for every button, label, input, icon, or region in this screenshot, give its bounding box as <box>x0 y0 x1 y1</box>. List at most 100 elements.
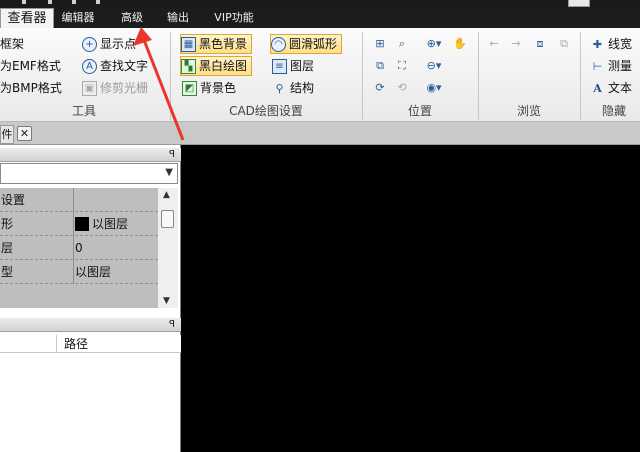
pin-icon[interactable]: ꟼ <box>169 318 175 332</box>
line-width-button[interactable]: ✚ 线宽 <box>590 34 632 54</box>
fit-window-icon[interactable]: ⊞ <box>372 36 388 52</box>
smooth-arc-icon: ◠ <box>271 36 286 52</box>
bmp-label: 为BMP格式 <box>0 81 62 95</box>
bg-color-icon: ◩ <box>182 80 197 96</box>
property-key: 型 <box>1 265 14 279</box>
property-row[interactable]: 型 以图层 <box>0 260 158 284</box>
show-points-icon: + <box>82 36 97 52</box>
pan-hand-icon[interactable]: ✋ <box>452 36 468 52</box>
find-text-button[interactable]: A 查找文字 <box>82 56 148 76</box>
file-list-header: 路径 <box>0 335 181 353</box>
tab-advanced[interactable]: 高级 <box>112 8 152 28</box>
emf-label: 为EMF格式 <box>0 59 61 73</box>
zoom-extents-icon[interactable]: ⧉ <box>372 58 388 74</box>
group-separator <box>478 32 479 120</box>
trim-raster-button: ▣ 修剪光栅 <box>82 78 148 98</box>
zoom-in-icon[interactable]: ⊕▾ <box>422 36 446 52</box>
position-group-label: 位置 <box>407 104 432 118</box>
layers-icon: ≡ <box>272 58 287 74</box>
trim-raster-label: 修剪光栅 <box>100 81 149 95</box>
measure-label: 测量 <box>608 59 633 73</box>
properties-panel-header: ꟼ <box>0 148 181 162</box>
black-bg-label: 黑色背景 <box>199 37 248 51</box>
pin-icon[interactable]: ꟼ <box>169 148 175 162</box>
column-header-path[interactable]: 路径 <box>64 336 88 352</box>
property-key: 层 <box>1 241 14 255</box>
property-value: 0 <box>73 236 158 260</box>
find-text-label: 查找文字 <box>100 59 149 73</box>
frame-button[interactable]: 框架 <box>0 34 24 54</box>
app-window: 查看器 编辑器 高级 输出 VIP功能 框架 为EMF格式 为BMP格式 + 显… <box>0 0 640 452</box>
show-points-label: 显示点 <box>100 37 137 51</box>
export-icon[interactable]: ⧈ <box>532 36 548 52</box>
emf-button[interactable]: 为EMF格式 <box>0 56 61 76</box>
structure-label: 结构 <box>290 81 315 95</box>
scroll-down-icon[interactable]: ▼ <box>163 296 170 306</box>
hide-group-label: 隐藏 <box>601 104 626 118</box>
qat-grip <box>96 0 100 4</box>
document-tab[interactable]: 件 <box>0 125 14 144</box>
column-divider <box>56 335 57 353</box>
bmp-button[interactable]: 为BMP格式 <box>0 78 62 98</box>
bw-drawing-label: 黑白绘图 <box>199 59 248 73</box>
bw-drawing-button[interactable]: ▚ 黑白绘图 <box>180 56 253 76</box>
rotate-icon[interactable]: ⟳ <box>372 80 388 96</box>
qat-grip <box>72 0 76 4</box>
smooth-arc-button[interactable]: ◠ 圆滑弧形 <box>270 34 343 54</box>
left-panel: ꟼ ▼ 设置 形 以图层 层 0 型 以图层 ▲ ▼ ꟼ 路径 <box>0 145 181 452</box>
refresh-icon: ⟲ <box>397 81 407 94</box>
structure-icon: ⚲ <box>275 81 284 95</box>
bg-color-label: 背景色 <box>200 81 237 95</box>
menu-tab-bar: 查看器 编辑器 高级 输出 VIP功能 <box>0 8 640 28</box>
measure-icon: ⊢ <box>592 59 603 73</box>
property-scrollbar[interactable]: ▲ ▼ <box>158 188 178 308</box>
line-width-label: 线宽 <box>608 37 633 51</box>
scroll-up-icon[interactable]: ▲ <box>163 190 170 200</box>
tab-vip[interactable]: VIP功能 <box>204 8 264 28</box>
file-panel-header: ꟼ <box>0 318 181 332</box>
ribbon: 框架 为EMF格式 为BMP格式 + 显示点 A 查找文字 ▣ 修剪光栅 工具 … <box>0 28 640 122</box>
black-bg-icon: ▦ <box>181 36 196 52</box>
line-width-icon: ✚ <box>592 37 603 51</box>
text-icon: A <box>593 81 602 95</box>
document-tab-strip: 件 ✕ <box>0 122 640 145</box>
tab-viewer[interactable]: 查看器 <box>0 8 54 28</box>
copy-view-icon: ⧉ <box>560 37 568 50</box>
tab-output[interactable]: 输出 <box>160 8 196 28</box>
title-bar <box>0 0 640 8</box>
tab-editor[interactable]: 编辑器 <box>56 8 100 28</box>
window-button[interactable] <box>568 0 590 7</box>
smooth-arc-label: 圆滑弧形 <box>289 37 338 51</box>
entity-select[interactable]: ▼ <box>0 163 178 184</box>
property-row[interactable]: 层 0 <box>0 236 158 260</box>
qat-grip <box>22 0 26 4</box>
background-color-button[interactable]: ◩ 背景色 <box>182 78 236 98</box>
text-button[interactable]: A 文本 <box>590 78 632 98</box>
layers-button[interactable]: ≡ 图层 <box>272 56 314 76</box>
measure-button[interactable]: ⊢ 测量 <box>590 56 632 76</box>
zoom-fit-icon[interactable]: ⛶ <box>394 58 410 74</box>
browse-group-label: 浏览 <box>516 104 541 118</box>
find-text-icon: A <box>82 58 97 74</box>
chevron-down-icon: ▼ <box>165 167 173 178</box>
tools-group-label: 工具 <box>71 104 96 118</box>
qat-grip <box>48 0 52 4</box>
scroll-thumb[interactable] <box>161 210 174 228</box>
property-key: 设置 <box>1 193 26 207</box>
close-icon[interactable]: ✕ <box>17 126 32 141</box>
property-value <box>73 188 158 212</box>
zoom-rect-icon[interactable]: ⌕ <box>394 36 410 52</box>
view-3d-icon[interactable]: ◉▾ <box>422 80 446 96</box>
property-value: 以图层 <box>73 260 158 284</box>
property-row[interactable]: 设置 <box>0 188 158 212</box>
drawing-canvas[interactable] <box>182 145 640 452</box>
cad-group-label: CAD绘图设置 <box>229 104 303 118</box>
black-background-button[interactable]: ▦ 黑色背景 <box>180 34 253 54</box>
property-value-text: 以图层 <box>92 217 129 231</box>
zoom-out-icon[interactable]: ⊖▾ <box>422 58 446 74</box>
trim-raster-icon: ▣ <box>82 80 97 96</box>
property-row[interactable]: 形 以图层 <box>0 212 158 236</box>
show-points-button[interactable]: + 显示点 <box>82 34 136 54</box>
text-label: 文本 <box>608 81 633 95</box>
structure-button[interactable]: ⚲ 结构 <box>272 78 314 98</box>
